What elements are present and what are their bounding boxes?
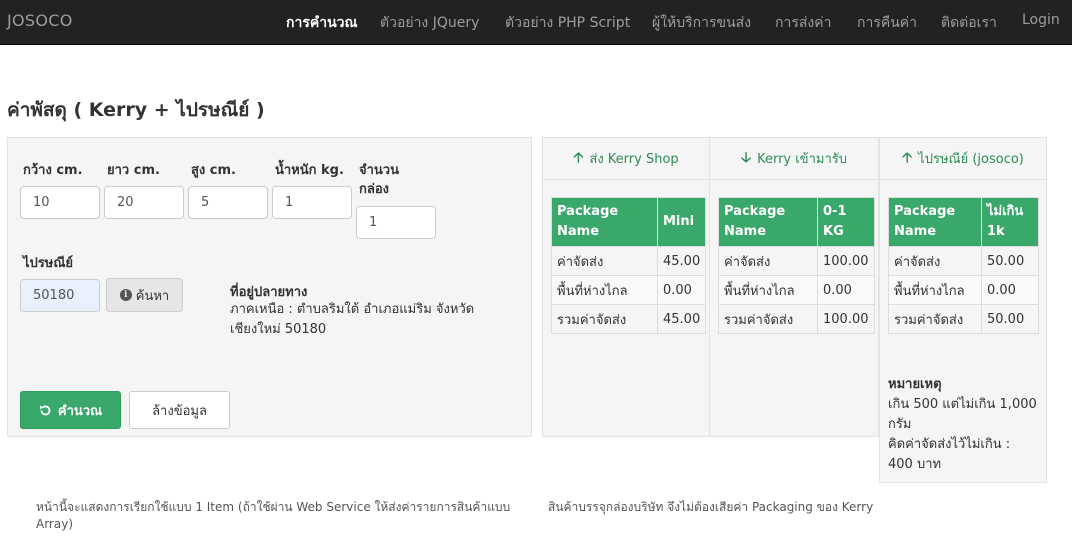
nav-item-login[interactable]: Login	[1022, 12, 1060, 28]
row-label: พื้นที่ห่างไกล	[551, 275, 658, 305]
row-value: 50.00	[981, 304, 1039, 334]
table-row: พื้นที่ห่างไกล 0.00	[888, 275, 1039, 305]
col-header-package-value: ไม่เกิน 1k	[981, 197, 1039, 247]
nav-item-send-value[interactable]: การส่งค่า	[775, 12, 831, 34]
nav-item-jquery-example[interactable]: ตัวอย่าง JQuery	[380, 12, 479, 34]
clear-button[interactable]: ล้างข้อมูล	[129, 391, 230, 429]
table-row: รวมค่าจัดส่ง 100.00	[718, 304, 875, 334]
postcode-label: ไปรษณีย์	[23, 256, 74, 271]
row-value: 100.00	[817, 246, 875, 276]
row-label: ค่าจัดส่ง	[551, 246, 658, 276]
arrow-up-icon: 🡡	[902, 149, 913, 166]
post-header-label: ไปรษณีย์ (josoco)	[918, 152, 1024, 167]
post-column: 🡡 ไปรษณีย์ (josoco) Package Name ไม่เกิน…	[879, 137, 1047, 373]
table-row: ค่าจัดส่ง 45.00	[551, 246, 707, 276]
col-header-package-name: Package Name	[718, 197, 818, 247]
table-row: พื้นที่ห่างไกล 0.00	[718, 275, 875, 305]
post-header[interactable]: 🡡 ไปรษณีย์ (josoco)	[880, 138, 1046, 180]
note-box: หมายเหตุ เกิน 500 แต่ไม่เกิน 1,000 กรัม …	[879, 372, 1047, 483]
kerry-shop-column: 🡡 ส่ง Kerry Shop Package Name Mini ค่าจั…	[542, 137, 710, 437]
search-button[interactable]: i ค้นหา	[106, 278, 183, 312]
row-label: รวมค่าจัดส่ง	[551, 304, 658, 334]
height-label: สูง cm.	[191, 163, 236, 178]
calculate-button-label: คำนวณ	[57, 403, 103, 419]
kerry-shop-header[interactable]: 🡡 ส่ง Kerry Shop	[543, 138, 709, 180]
col-header-package-name: Package Name	[888, 197, 982, 247]
table-row: รวมค่าจัดส่ง 50.00	[888, 304, 1039, 334]
row-value: 100.00	[817, 304, 875, 334]
table-row: รวมค่าจัดส่ง 45.00	[551, 304, 707, 334]
footer-note-left: หน้านี้จะแสดงการเรียกใช้แบบ 1 Item (ถ้าใ…	[36, 500, 511, 531]
row-value: 0.00	[817, 275, 875, 305]
length-input[interactable]	[104, 186, 184, 219]
row-value: 50.00	[981, 246, 1039, 276]
footer-note-right: สินค้าบรรจุกล่องบริษัท จึงไม่ต้องเสียค่า…	[548, 500, 874, 514]
kerry-shop-rate-table: Package Name Mini ค่าจัดส่ง 45.00 พื้นที…	[551, 197, 707, 334]
address-title: ที่อยู่ปลายทาง	[230, 285, 308, 300]
arrow-down-icon: 🡣	[741, 149, 752, 166]
brand-logo[interactable]: JOSOCO	[7, 11, 73, 30]
box-count-label-line1: จำนวน	[359, 163, 399, 178]
width-input[interactable]	[20, 186, 100, 219]
clear-button-label: ล้างข้อมูล	[152, 403, 207, 419]
kerry-pickup-header-label: Kerry เข้ามารับ	[757, 152, 847, 167]
row-label: รวมค่าจัดส่ง	[888, 304, 982, 334]
row-label: ค่าจัดส่ง	[718, 246, 818, 276]
kerry-pickup-column: 🡣 Kerry เข้ามารับ Package Name 0-1 KG ค่…	[709, 137, 879, 437]
top-navbar: JOSOCO การคำนวณ ตัวอย่าง JQuery ตัวอย่าง…	[0, 0, 1072, 45]
nav-item-carriers[interactable]: ผู้ให้บริการขนส่ง	[652, 12, 751, 34]
row-label: รวมค่าจัดส่ง	[718, 304, 818, 334]
info-icon: i	[119, 289, 132, 301]
note-line-2: คิดค่าจัดส่งไว้ไม่เกิน : 400 บาท	[888, 437, 1011, 472]
row-value: 0.00	[981, 275, 1039, 305]
nav-item-return-value[interactable]: การคืนค่า	[857, 12, 917, 34]
address-text: ภาคเหนือ : ตำบลริมใต้ อำเภอแม่ริม จังหวั…	[230, 302, 475, 337]
arrow-up-icon: 🡡	[573, 149, 584, 166]
note-line-1: เกิน 500 แต่ไม่เกิน 1,000 กรัม	[888, 397, 1037, 432]
col-header-package-value: 0-1 KG	[817, 197, 875, 247]
weight-input[interactable]	[272, 186, 352, 219]
search-button-label: ค้นหา	[135, 288, 170, 304]
note-title: หมายเหตุ	[888, 377, 942, 392]
table-row: ค่าจัดส่ง 50.00	[888, 246, 1039, 276]
row-label: พื้นที่ห่างไกล	[888, 275, 982, 305]
col-header-package-value: Mini	[656, 197, 707, 247]
table-row: พื้นที่ห่างไกล 0.00	[551, 275, 707, 305]
calculate-button[interactable]: คำนวณ	[20, 391, 121, 429]
col-header-package-name: Package Name	[551, 197, 658, 247]
kerry-pickup-header[interactable]: 🡣 Kerry เข้ามารับ	[710, 138, 878, 180]
kerry-shop-header-label: ส่ง Kerry Shop	[589, 152, 679, 167]
kerry-pickup-rate-table: Package Name 0-1 KG ค่าจัดส่ง 100.00 พื้…	[718, 197, 875, 334]
box-count-input[interactable]	[356, 206, 436, 239]
nav-item-calculate[interactable]: การคำนวณ	[286, 12, 358, 34]
page-title: ค่าพัสดุ ( Kerry + ไปรษณีย์ )	[7, 99, 265, 121]
post-rate-table: Package Name ไม่เกิน 1k ค่าจัดส่ง 50.00 …	[888, 197, 1039, 334]
row-label: ค่าจัดส่ง	[888, 246, 982, 276]
length-label: ยาว cm.	[107, 163, 160, 178]
row-label: พื้นที่ห่างไกล	[718, 275, 818, 305]
row-value: 0.00	[656, 275, 707, 305]
row-value: 45.00	[656, 246, 707, 276]
row-value: 45.00	[656, 304, 707, 334]
refresh-icon	[40, 404, 51, 415]
nav-item-php-example[interactable]: ตัวอย่าง PHP Script	[505, 12, 630, 34]
postcode-input[interactable]	[20, 279, 100, 312]
calc-form-panel: กว้าง cm. ยาว cm. สูง cm. น้ำหนัก kg. จำ…	[7, 137, 532, 437]
weight-label: น้ำหนัก kg.	[275, 163, 344, 178]
height-input[interactable]	[188, 186, 268, 219]
table-row: ค่าจัดส่ง 100.00	[718, 246, 875, 276]
nav-item-contact[interactable]: ติดต่อเรา	[941, 12, 997, 34]
width-label: กว้าง cm.	[23, 163, 83, 178]
box-count-label-line2: กล่อง	[359, 182, 389, 197]
